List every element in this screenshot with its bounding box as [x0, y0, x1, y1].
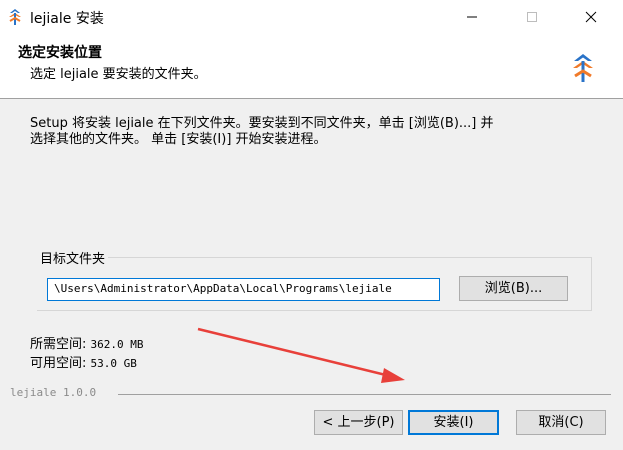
available-space-value: 53.0 GB: [90, 357, 137, 370]
lejiale-logo-icon: [9, 9, 21, 25]
cancel-button[interactable]: 取消(C): [516, 410, 606, 435]
required-space-label: 所需空间:: [30, 337, 87, 352]
intro-line: Setup 将安装 lejiale 在下列文件夹。要安装到不同文件夹，单击 [浏…: [30, 116, 494, 131]
minimize-button[interactable]: [450, 0, 496, 33]
required-space-value: 362.0 MB: [90, 338, 144, 351]
destination-group-label: 目标文件夹: [37, 248, 109, 267]
page-title: 选定安装位置: [18, 45, 102, 61]
install-button[interactable]: 安装(I): [408, 410, 499, 435]
group-border-right: [591, 257, 592, 311]
maximize-button: [510, 0, 556, 33]
close-button[interactable]: [569, 0, 615, 33]
browse-button[interactable]: 浏览(B)...: [459, 276, 568, 301]
page-subtitle: 选定 lejiale 要安装的文件夹。: [30, 67, 207, 82]
brand-label: lejiale 1.0.0: [10, 386, 97, 399]
footer-divider: [118, 394, 611, 395]
required-space: 所需空间: 362.0 MB: [30, 333, 144, 352]
available-space-label: 可用空间:: [30, 356, 87, 371]
group-border-bottom: [37, 310, 592, 311]
destination-folder-input[interactable]: \Users\Administrator\AppData\Local\Progr…: [47, 278, 440, 301]
close-icon: [585, 11, 597, 23]
group-border-top: [37, 257, 592, 258]
available-space: 可用空间: 53.0 GB: [30, 352, 137, 371]
window-title: lejiale 安装: [30, 11, 104, 27]
maximize-icon: [527, 12, 537, 22]
intro-text: Setup 将安装 lejiale 在下列文件夹。要安装到不同文件夹，单击 [浏…: [30, 116, 600, 148]
minimize-icon: [467, 16, 477, 18]
title-bar: lejiale 安装: [0, 0, 623, 33]
back-button[interactable]: < 上一步(P): [314, 410, 403, 435]
page-header: 选定安装位置 选定 lejiale 要安装的文件夹。: [0, 33, 623, 99]
intro-line: 选择其他的文件夹。 单击 [安装(I)] 开始安装进程。: [30, 132, 327, 147]
lejiale-logo-icon: [573, 54, 593, 82]
